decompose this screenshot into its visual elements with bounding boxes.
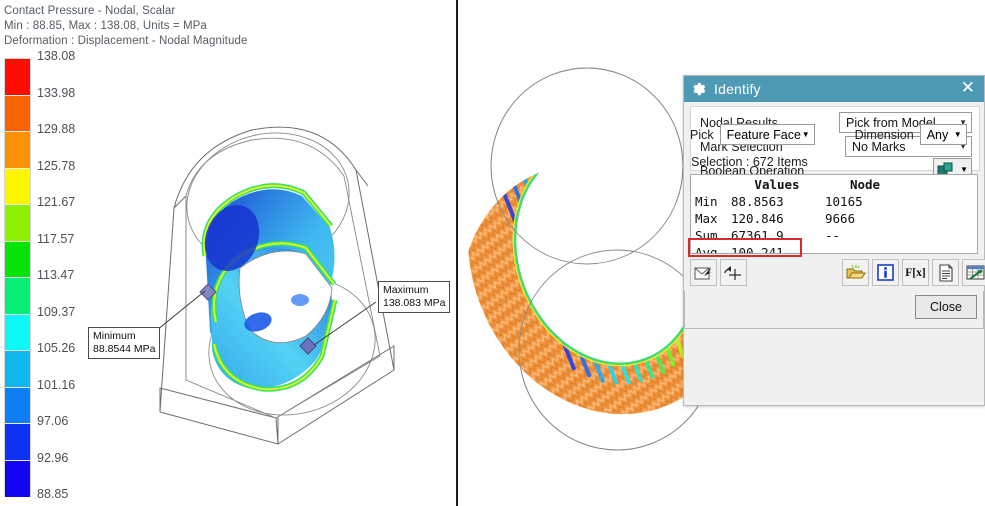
chevron-down-icon: ▼ [960,165,968,174]
chevron-down-icon: ▼ [953,130,962,139]
undo-node-icon[interactable] [720,259,747,286]
table-header-row: Values Node [691,176,906,193]
function-fx-label: F[x] [905,266,926,279]
maximum-value-callout[interactable]: Maximum 138.083 MPa [378,281,451,313]
report-document-icon[interactable] [932,259,959,286]
row-node: -- [825,245,841,254]
pick-value: Feature Face [726,127,801,142]
row-value: 88.8563 [731,194,784,209]
dialog-titlebar[interactable]: Identify ✕ [684,76,984,102]
values-column-header: Values [754,177,800,192]
info-icon[interactable] [872,259,899,286]
maximum-callout-title: Maximum [383,284,429,296]
viewport-divider [456,0,458,506]
spreadsheet-export-icon[interactable] [962,259,985,286]
minimum-callout-value: 88.8544 MPa [93,342,156,355]
row-node: 9666 [825,211,856,226]
row-key: Min [695,194,718,209]
dialog-title: Identify [714,81,761,97]
close-button[interactable]: Close [915,295,977,319]
close-icon[interactable]: ✕ [961,79,975,98]
dimension-dropdown[interactable]: Any ▼ [919,124,967,145]
left-3d-viewport[interactable]: Contact Pressure - Nodal, Scalar Min : 8… [0,0,456,506]
pick-dimension-row: Pick Feature Face ▼ Dimension Any ▼ [690,124,967,145]
table-row[interactable]: Max 120.846 9666 [691,210,906,227]
selection-count-label: Selection : 672 Items [691,155,808,169]
minimum-callout-title: Minimum [93,330,136,342]
row-key: Max [695,211,718,226]
application-window: Contact Pressure - Nodal, Scalar Min : 8… [0,0,985,506]
node-column-header: Node [849,177,881,192]
right-3d-viewport[interactable]: Identify ✕ Nodal Results Pick from Model… [459,0,985,506]
table-row[interactable]: Min 88.8563 10165 [691,193,906,210]
minimum-value-callout[interactable]: Minimum 88.8544 MPa [88,327,161,359]
avg-row-highlight [688,238,802,257]
row-value: 120.846 [731,211,784,226]
row-node: -- [825,228,841,243]
dimension-value: Any [926,127,949,142]
close-button-label: Close [930,300,962,314]
function-fx-icon[interactable]: F[x] [902,259,929,286]
maximum-callout-value: 138.083 MPa [383,296,446,309]
dimension-label: Dimension [854,127,914,142]
pick-label: Pick [690,127,714,142]
dialog-toolbar: F[x] [690,259,985,289]
chevron-down-icon: ▼ [801,130,810,139]
row-node: 10165 [825,194,863,209]
left-model-graphics [88,126,395,445]
pick-select-icon[interactable] [690,259,717,286]
pick-dropdown[interactable]: Feature Face ▼ [719,124,815,145]
open-folder-icon[interactable] [842,259,869,286]
gear-icon [693,82,706,96]
